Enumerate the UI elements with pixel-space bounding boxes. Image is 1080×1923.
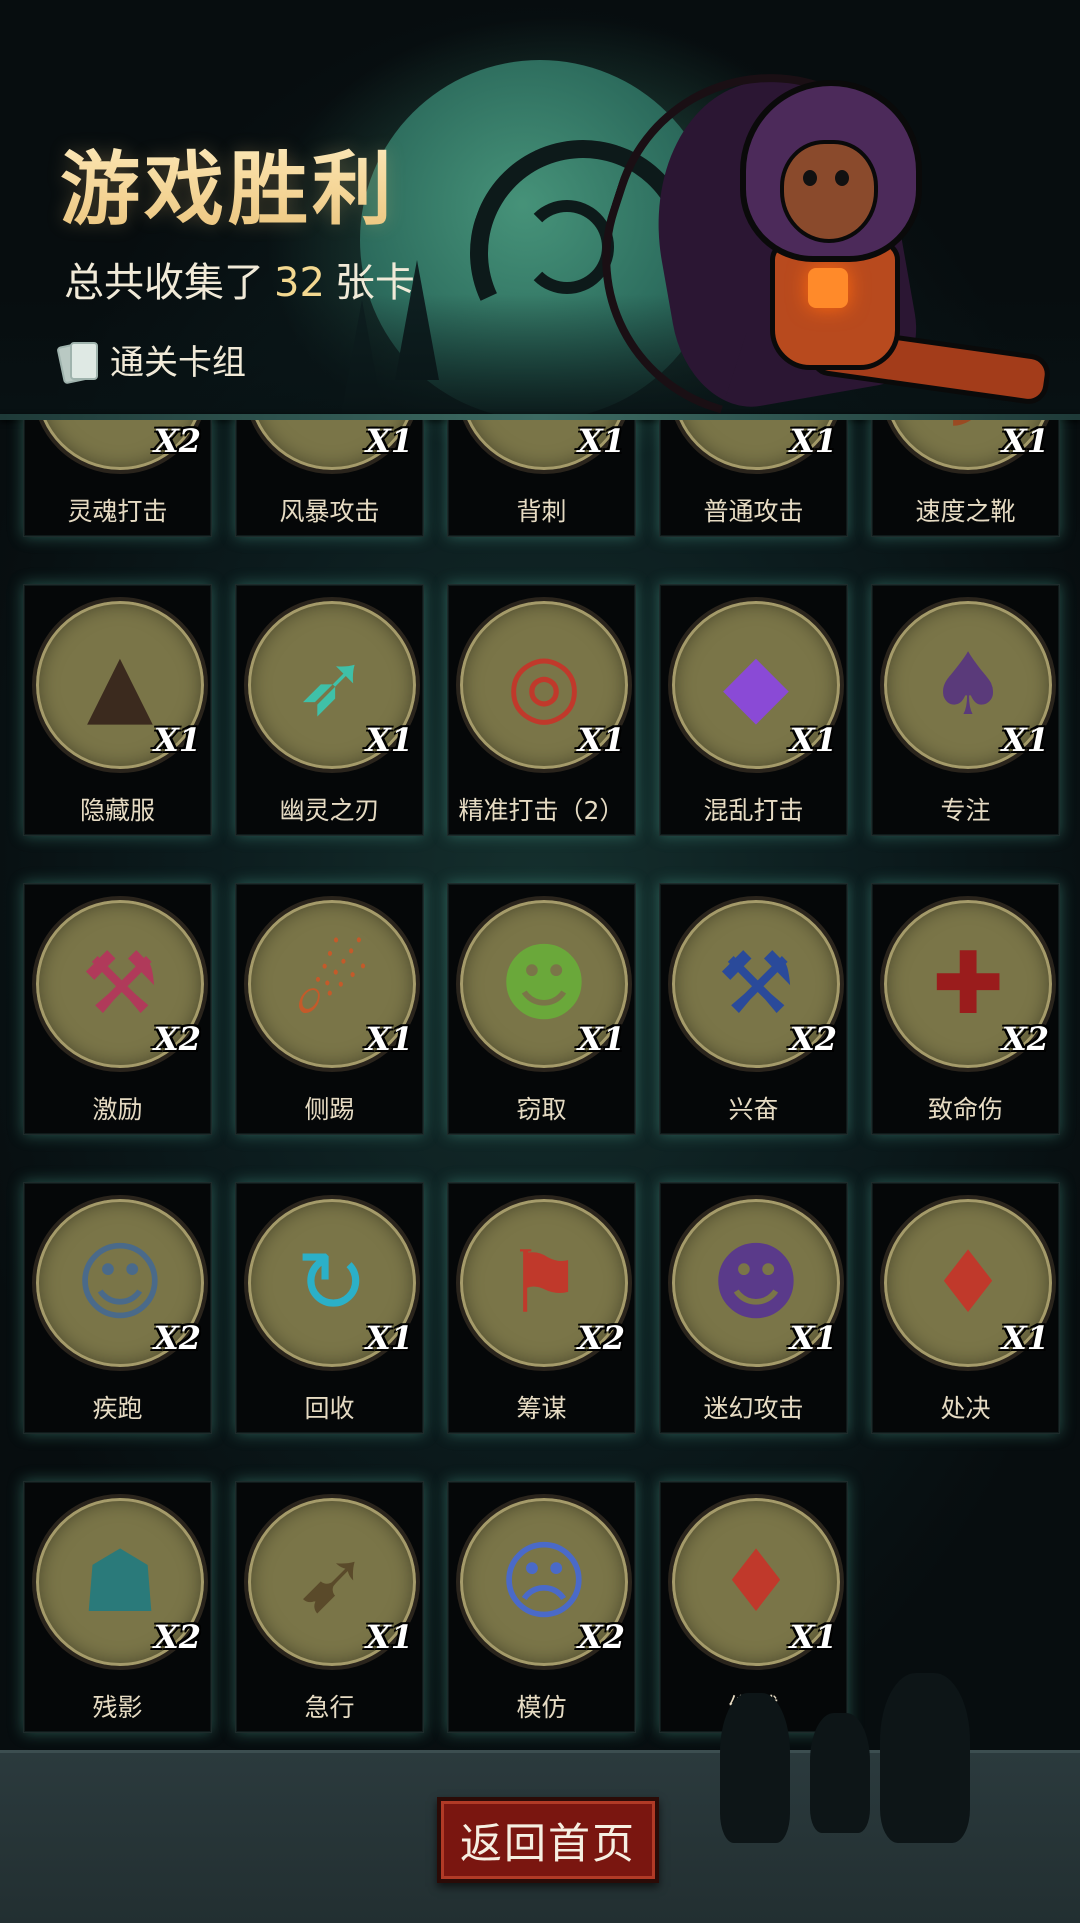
card-quantity: X2 bbox=[153, 1618, 201, 1656]
card-item[interactable]: ◎ X1 精准打击（2） bbox=[447, 584, 636, 836]
card-item[interactable]: ❄X2灵魂打击 bbox=[23, 420, 212, 537]
card-name: 急行 bbox=[304, 1693, 355, 1722]
card-item[interactable]: ✦X1背刺 bbox=[447, 420, 636, 537]
footer-shadow-decoration bbox=[720, 1693, 790, 1843]
card-name: 疾跑 bbox=[92, 1394, 143, 1423]
card-item[interactable]: ✷X1风暴攻击 bbox=[235, 420, 424, 537]
deck-label: 通关卡组 bbox=[110, 343, 246, 383]
card-name: 窃取 bbox=[516, 1095, 567, 1124]
card-item[interactable]: ♠ X1 专注 bbox=[871, 584, 1060, 836]
total-card-count: 32 bbox=[274, 260, 325, 306]
card-quantity: X1 bbox=[789, 422, 837, 460]
card-grid: ❄X2灵魂打击✷X1风暴攻击✦X1背刺⚔X1普通攻击◗X1速度之靴▲X1隐藏服➶… bbox=[0, 420, 1080, 1733]
card-quantity: X2 bbox=[577, 1319, 625, 1357]
card-item[interactable]: ➹ X1 急行 bbox=[235, 1481, 424, 1733]
card-quantity: X2 bbox=[153, 1319, 201, 1357]
card-quantity: X1 bbox=[365, 422, 413, 460]
footer-shadow-decoration bbox=[880, 1673, 970, 1843]
card-quantity: X1 bbox=[365, 1020, 413, 1058]
return-home-button[interactable]: 返回首页 bbox=[437, 1797, 659, 1883]
card-quantity: X1 bbox=[365, 721, 413, 759]
card-item[interactable]: ➶ X1 幽灵之刃 bbox=[235, 584, 424, 836]
card-name: 灵魂打击 bbox=[67, 497, 168, 526]
card-item[interactable]: ☺ X2 疾跑 bbox=[23, 1182, 212, 1434]
card-quantity: X1 bbox=[1001, 721, 1049, 759]
card-quantity: X2 bbox=[1001, 1020, 1049, 1058]
collection-summary: 总共收集了 32 张卡 bbox=[64, 250, 415, 308]
card-quantity: X2 bbox=[153, 1020, 201, 1058]
card-quantity: X1 bbox=[789, 1319, 837, 1357]
card-name: 幽灵之刃 bbox=[279, 796, 380, 825]
footer-shadow-decoration bbox=[810, 1713, 870, 1833]
card-quantity: X2 bbox=[789, 1020, 837, 1058]
card-quantity: X1 bbox=[789, 721, 837, 759]
card-item[interactable]: ♦ X1 处决 bbox=[871, 1182, 1060, 1434]
card-item[interactable]: ⚒ X2 激励 bbox=[23, 883, 212, 1135]
card-item[interactable]: ☗ X2 残影 bbox=[23, 1481, 212, 1733]
card-quantity: X2 bbox=[577, 1618, 625, 1656]
card-quantity: X1 bbox=[789, 1618, 837, 1656]
card-name: 兴奋 bbox=[728, 1095, 779, 1124]
card-quantity: X1 bbox=[577, 721, 625, 759]
card-name: 模仿 bbox=[516, 1693, 567, 1722]
card-quantity: X1 bbox=[1001, 422, 1049, 460]
card-quantity: X1 bbox=[1001, 1319, 1049, 1357]
card-name: 致命伤 bbox=[927, 1095, 1003, 1124]
card-item[interactable]: ◗X1速度之靴 bbox=[871, 420, 1060, 537]
card-name: 普通攻击 bbox=[703, 497, 804, 526]
card-quantity: X1 bbox=[577, 422, 625, 460]
summary-prefix: 总共收集了 bbox=[64, 260, 264, 306]
card-quantity: X1 bbox=[365, 1618, 413, 1656]
card-item[interactable]: ↻ X1 回收 bbox=[235, 1182, 424, 1434]
card-item[interactable]: ☻ X1 窃取 bbox=[447, 883, 636, 1135]
hooded-archer-hero-illustration bbox=[560, 20, 1060, 420]
card-name: 激励 bbox=[92, 1095, 143, 1124]
card-deck-icon bbox=[56, 340, 98, 384]
card-item[interactable]: ✚ X2 致命伤 bbox=[871, 883, 1060, 1135]
card-item[interactable]: ☹ X2 模仿 bbox=[447, 1481, 636, 1733]
card-item[interactable]: ◆ X1 混乱打击 bbox=[659, 584, 848, 836]
card-item[interactable]: ⚒ X2 兴奋 bbox=[659, 883, 848, 1135]
card-name: 侧踢 bbox=[304, 1095, 355, 1124]
card-name: 处决 bbox=[940, 1394, 991, 1423]
card-item[interactable]: ☄ X1 侧踢 bbox=[235, 883, 424, 1135]
card-quantity: X2 bbox=[153, 422, 201, 460]
card-name: 筹谋 bbox=[516, 1394, 567, 1423]
card-name: 速度之靴 bbox=[915, 497, 1016, 526]
deck-heading: 通关卡组 bbox=[56, 335, 246, 384]
card-name: 专注 bbox=[940, 796, 991, 825]
card-item[interactable]: ☻ X1 迷幻攻击 bbox=[659, 1182, 848, 1434]
card-item[interactable]: ⚑ X2 筹谋 bbox=[447, 1182, 636, 1434]
card-name: 残影 bbox=[92, 1693, 143, 1722]
victory-title: 游戏胜利 bbox=[60, 125, 396, 241]
card-quantity: X1 bbox=[153, 721, 201, 759]
card-item[interactable]: ⚔X1普通攻击 bbox=[659, 420, 848, 537]
card-list-scroll-area[interactable]: ❄X2灵魂打击✷X1风暴攻击✦X1背刺⚔X1普通攻击◗X1速度之靴▲X1隐藏服➶… bbox=[0, 420, 1080, 1750]
card-name: 迷幻攻击 bbox=[703, 1394, 804, 1423]
card-name: 混乱打击 bbox=[703, 796, 804, 825]
card-quantity: X1 bbox=[577, 1020, 625, 1058]
card-name: 背刺 bbox=[516, 497, 567, 526]
card-name: 风暴攻击 bbox=[279, 497, 380, 526]
summary-suffix: 张卡 bbox=[334, 260, 415, 306]
card-name: 回收 bbox=[304, 1394, 355, 1423]
card-name: 精准打击（2） bbox=[458, 796, 625, 825]
card-item[interactable]: ▲ X1 隐藏服 bbox=[23, 584, 212, 836]
card-quantity: X1 bbox=[365, 1319, 413, 1357]
card-name: 隐藏服 bbox=[79, 796, 155, 825]
